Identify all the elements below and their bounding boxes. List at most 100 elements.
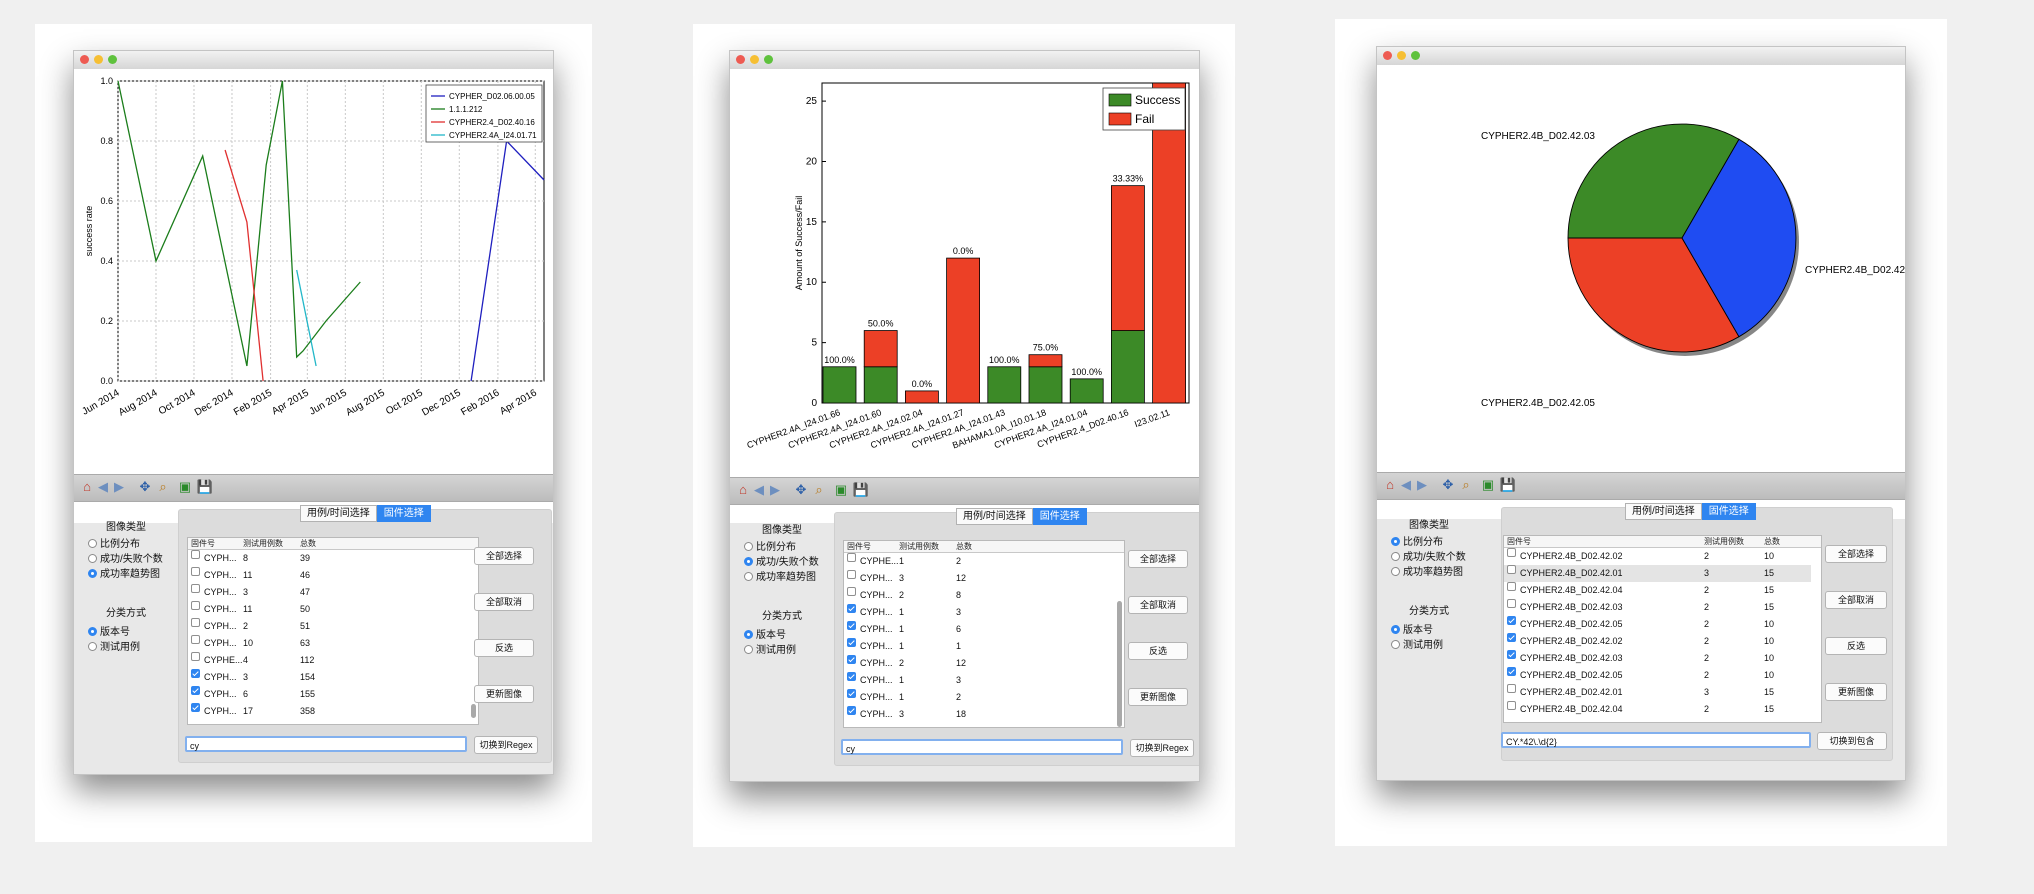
row-checkbox[interactable] (1507, 633, 1516, 642)
table-row[interactable]: CYPH... 8 39 (188, 550, 468, 567)
close-button[interactable] (80, 55, 89, 64)
radio-success-rate-trend[interactable]: 成功率趋势图 (1391, 563, 1463, 578)
tab-case-time[interactable]: 用例/时间选择 (956, 508, 1033, 525)
radio-success-fail-count[interactable]: 成功/失败个数 (88, 550, 163, 565)
table-row[interactable]: CYPH... 3 47 (188, 584, 468, 601)
radio-ratio-distribution[interactable]: 比例分布 (1391, 533, 1443, 548)
zoom-button[interactable] (764, 55, 773, 64)
row-checkbox[interactable] (191, 584, 200, 593)
filter-input[interactable]: CY.*42\.\d{2} (1501, 732, 1811, 748)
clear-all-button[interactable]: 全部取消 (1825, 591, 1887, 609)
select-all-button[interactable]: 全部选择 (1825, 545, 1887, 563)
table-scrollbar[interactable] (471, 704, 476, 718)
home-icon[interactable]: ⌂ (80, 480, 94, 494)
update-chart-button[interactable]: 更新图像 (1128, 688, 1188, 706)
table-row[interactable]: CYPH... 3 12 (844, 570, 1114, 587)
table-row[interactable]: CYPH... 10 63 (188, 635, 468, 652)
radio-by-testcase-button[interactable] (1391, 640, 1400, 649)
tab-firmware[interactable]: 固件选择 (1032, 508, 1087, 525)
table-row[interactable]: CYPH... 11 46 (188, 567, 468, 584)
zoom-icon[interactable]: ⌕ (1459, 478, 1473, 492)
table-row[interactable]: CYPHER2.4B_D02.42.04 2 15 (1504, 701, 1811, 718)
radio-success-rate-trend-button[interactable] (1391, 567, 1400, 576)
back-icon[interactable]: ◀ (96, 480, 110, 494)
table-row[interactable]: CYPH... 2 12 (844, 655, 1114, 672)
zoom-button[interactable] (108, 55, 117, 64)
radio-success-fail-count-button[interactable] (88, 554, 97, 563)
tab-firmware[interactable]: 固件选择 (376, 505, 431, 522)
row-checkbox[interactable] (1507, 650, 1516, 659)
table-row[interactable]: CYPHER2.4B_D02.42.02 2 10 (1504, 633, 1811, 650)
radio-success-rate-trend-button[interactable] (88, 569, 97, 578)
clear-all-button[interactable]: 全部取消 (474, 593, 534, 611)
row-checkbox[interactable] (847, 638, 856, 647)
radio-ratio-distribution-button[interactable] (88, 539, 97, 548)
minimize-button[interactable] (750, 55, 759, 64)
table-row[interactable]: CYPHER2.4B_D02.42.03 2 10 (1504, 650, 1811, 667)
table-row[interactable]: CYPH... 1 3 (844, 604, 1114, 621)
row-checkbox[interactable] (1507, 616, 1516, 625)
table-row[interactable]: CYPHER2.4B_D02.42.02 2 10 (1504, 548, 1811, 565)
row-checkbox[interactable] (847, 587, 856, 596)
back-icon[interactable]: ◀ (1399, 478, 1413, 492)
row-checkbox[interactable] (191, 550, 200, 559)
filter-input[interactable]: cy (185, 736, 467, 752)
table-row[interactable]: CYPHE... 4 112 (188, 652, 468, 669)
row-checkbox[interactable] (1507, 667, 1516, 676)
subplots-icon[interactable]: ▣ (834, 483, 848, 497)
save-icon[interactable]: 💾 (853, 483, 869, 497)
radio-success-rate-trend[interactable]: 成功率趋势图 (744, 568, 816, 583)
zoom-button[interactable] (1411, 51, 1420, 60)
radio-success-fail-count[interactable]: 成功/失败个数 (744, 553, 819, 568)
zoom-icon[interactable]: ⌕ (812, 483, 826, 497)
table-row[interactable]: CYPH... 2 51 (188, 618, 468, 635)
filter-input[interactable]: cy (841, 739, 1123, 755)
row-checkbox[interactable] (191, 652, 200, 661)
clear-all-button[interactable]: 全部取消 (1128, 596, 1188, 614)
row-checkbox[interactable] (847, 621, 856, 630)
home-icon[interactable]: ⌂ (736, 483, 750, 497)
table-row[interactable]: CYPHER2.4B_D02.42.05 2 10 (1504, 667, 1811, 684)
radio-ratio-distribution[interactable]: 比例分布 (88, 535, 140, 550)
row-checkbox[interactable] (847, 672, 856, 681)
home-icon[interactable]: ⌂ (1383, 478, 1397, 492)
radio-by-version[interactable]: 版本号 (88, 623, 130, 638)
table-row[interactable]: CYPH... 1 2 (844, 689, 1114, 706)
table-row[interactable]: CYPH... 6 155 (188, 686, 468, 703)
radio-ratio-distribution-button[interactable] (744, 542, 753, 551)
radio-by-testcase[interactable]: 测试用例 (88, 638, 140, 653)
tab-case-time[interactable]: 用例/时间选择 (300, 505, 377, 522)
radio-by-testcase[interactable]: 测试用例 (1391, 636, 1443, 651)
update-chart-button[interactable]: 更新图像 (474, 685, 534, 703)
minimize-button[interactable] (94, 55, 103, 64)
invert-selection-button[interactable]: 反选 (1825, 637, 1887, 655)
table-row[interactable]: CYPHER2.4B_D02.42.01 3 15 (1504, 565, 1811, 582)
table-scrollbar[interactable] (1117, 601, 1122, 727)
table-row[interactable]: CYPH... 2 8 (844, 587, 1114, 604)
radio-success-fail-count-button[interactable] (744, 557, 753, 566)
subplots-icon[interactable]: ▣ (178, 480, 192, 494)
pan-icon[interactable]: ✥ (138, 480, 152, 494)
row-checkbox[interactable] (191, 669, 200, 678)
table-row[interactable]: CYPH... 11 50 (188, 601, 468, 618)
row-checkbox[interactable] (191, 601, 200, 610)
close-button[interactable] (1383, 51, 1392, 60)
close-button[interactable] (736, 55, 745, 64)
table-row[interactable]: CYPHER2.4B_D02.42.01 3 15 (1504, 684, 1811, 701)
invert-selection-button[interactable]: 反选 (1128, 642, 1188, 660)
toggle-match-mode-button[interactable]: 切换到包含 (1817, 732, 1887, 750)
row-checkbox[interactable] (191, 686, 200, 695)
table-row[interactable]: CYPH... 3 154 (188, 669, 468, 686)
back-icon[interactable]: ◀ (752, 483, 766, 497)
row-checkbox[interactable] (191, 635, 200, 644)
row-checkbox[interactable] (191, 703, 200, 712)
forward-icon[interactable]: ▶ (768, 483, 782, 497)
row-checkbox[interactable] (1507, 599, 1516, 608)
minimize-button[interactable] (1397, 51, 1406, 60)
table-row[interactable]: CYPH... 17 358 (188, 703, 468, 720)
row-checkbox[interactable] (191, 567, 200, 576)
radio-ratio-distribution[interactable]: 比例分布 (744, 538, 796, 553)
tab-case-time[interactable]: 用例/时间选择 (1625, 503, 1702, 520)
radio-by-version-button[interactable] (744, 630, 753, 639)
row-checkbox[interactable] (191, 618, 200, 627)
